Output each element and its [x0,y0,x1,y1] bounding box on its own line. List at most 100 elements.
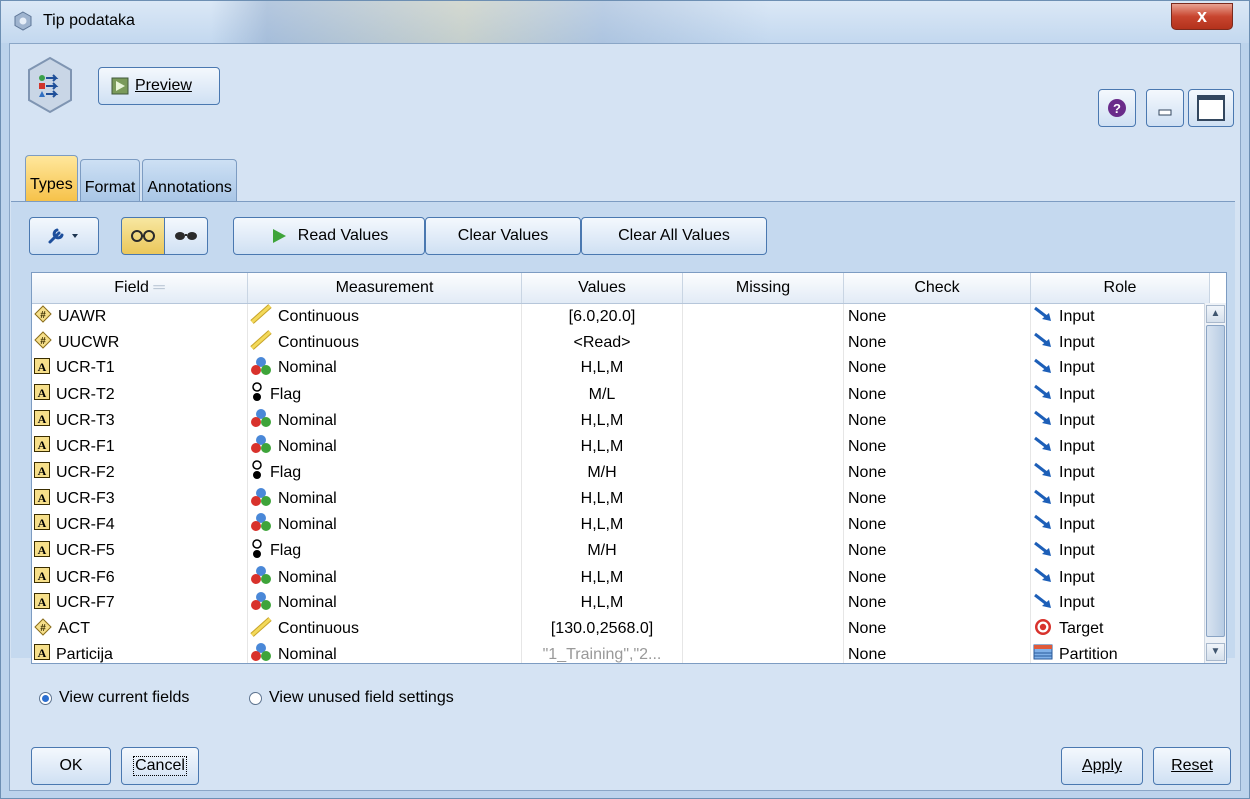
values-cell[interactable]: <Read> [521,329,683,356]
measurement-cell[interactable]: Nominal [247,590,522,617]
scrollbar-thumb[interactable] [1206,325,1225,637]
role-cell[interactable]: Input [1030,433,1210,460]
missing-cell[interactable] [682,433,844,460]
measurement-cell[interactable]: Flag [247,537,522,565]
measurement-cell[interactable]: Nominal [247,355,522,382]
read-values-button[interactable]: Read Values [233,217,425,255]
check-cell[interactable]: None [843,537,1031,565]
role-cell[interactable]: Input [1030,329,1210,356]
values-cell[interactable]: H,L,M [521,433,683,460]
field-cell[interactable]: A Particija [32,641,248,663]
role-cell[interactable]: Input [1030,564,1210,591]
check-cell[interactable]: None [843,408,1031,434]
check-cell[interactable]: None [843,329,1031,356]
table-row[interactable]: # ACT Continuous [130.0,2568.0] None Target [32,616,1210,642]
clear-all-values-button[interactable]: Clear All Values [581,217,767,255]
measurement-cell[interactable]: Continuous [247,329,522,356]
table-row[interactable]: A UCR-T1 Nominal H,L,M None Input [32,355,1210,382]
missing-cell[interactable] [682,329,844,356]
column-header-measurement[interactable]: Measurement [247,273,522,304]
check-cell[interactable]: None [843,590,1031,617]
check-cell[interactable]: None [843,303,1031,330]
help-button[interactable]: ? [1098,89,1136,127]
check-cell[interactable]: None [843,459,1031,487]
radio-view-current[interactable] [39,691,52,705]
column-header-missing[interactable]: Missing [682,273,844,304]
field-cell[interactable]: # UUCWR [32,329,248,356]
check-cell[interactable]: None [843,433,1031,460]
values-cell[interactable]: M/H [521,537,683,565]
tools-menu-button[interactable] [29,217,99,255]
cancel-button[interactable]: Cancel [121,747,199,785]
role-cell[interactable]: Partition [1030,641,1210,663]
vertical-scrollbar[interactable]: ▲ ▼ [1204,303,1226,663]
check-cell[interactable]: None [843,355,1031,382]
field-cell[interactable]: A UCR-F7 [32,590,248,617]
missing-cell[interactable] [682,303,844,330]
table-row[interactable]: A UCR-F5 Flag M/H None Input [32,537,1210,565]
measurement-cell[interactable]: Nominal [247,512,522,538]
tab-types[interactable]: Types [25,155,78,201]
view-mode-button-2[interactable] [164,217,208,255]
table-row[interactable]: A UCR-T3 Nominal H,L,M None Input [32,408,1210,434]
table-row[interactable]: A UCR-F7 Nominal H,L,M None Input [32,590,1210,617]
check-cell[interactable]: None [843,381,1031,409]
missing-cell[interactable] [682,537,844,565]
apply-button[interactable]: Apply [1061,747,1143,785]
view-current-fields-option[interactable]: View current fields [39,689,189,707]
missing-cell[interactable] [682,512,844,538]
ok-button[interactable]: OK [31,747,111,785]
measurement-cell[interactable]: Continuous [247,303,522,330]
values-cell[interactable]: H,L,M [521,355,683,382]
missing-cell[interactable] [682,355,844,382]
table-row[interactable]: # UAWR Continuous [6.0,20.0] None Input [32,303,1210,330]
measurement-cell[interactable]: Continuous [247,616,522,642]
maximize-button[interactable] [1188,89,1234,127]
field-cell[interactable]: # UAWR [32,303,248,330]
role-cell[interactable]: Input [1030,512,1210,538]
field-cell[interactable]: A UCR-F5 [32,537,248,565]
role-cell[interactable]: Input [1030,408,1210,434]
check-cell[interactable]: None [843,486,1031,513]
field-cell[interactable]: A UCR-F2 [32,459,248,487]
missing-cell[interactable] [682,381,844,409]
table-row[interactable]: # UUCWR Continuous <Read> None Input [32,329,1210,356]
values-cell[interactable]: "1_Training","2... [521,641,683,663]
role-cell[interactable]: Input [1030,459,1210,487]
field-cell[interactable]: A UCR-T2 [32,381,248,409]
role-cell[interactable]: Input [1030,537,1210,565]
role-cell[interactable]: Input [1030,303,1210,330]
table-row[interactable]: A UCR-F1 Nominal H,L,M None Input [32,433,1210,460]
measurement-cell[interactable]: Nominal [247,486,522,513]
values-cell[interactable]: H,L,M [521,590,683,617]
measurement-cell[interactable]: Nominal [247,408,522,434]
missing-cell[interactable] [682,486,844,513]
table-row[interactable]: A UCR-F4 Nominal H,L,M None Input [32,512,1210,538]
missing-cell[interactable] [682,641,844,663]
check-cell[interactable]: None [843,641,1031,663]
field-cell[interactable]: A UCR-F1 [32,433,248,460]
view-mode-button-1[interactable] [121,217,165,255]
values-cell[interactable]: H,L,M [521,408,683,434]
role-cell[interactable]: Input [1030,381,1210,409]
close-button[interactable]: x [1171,3,1233,30]
values-cell[interactable]: M/H [521,459,683,487]
tab-annotations[interactable]: Annotations [142,159,237,201]
field-cell[interactable]: A UCR-T3 [32,408,248,434]
field-cell[interactable]: # ACT [32,616,248,642]
role-cell[interactable]: Target [1030,616,1210,642]
values-cell[interactable]: H,L,M [521,564,683,591]
field-cell[interactable]: A UCR-F4 [32,512,248,538]
column-header-values[interactable]: Values [521,273,683,304]
scroll-down-arrow-icon[interactable]: ▼ [1206,643,1225,661]
table-row[interactable]: A UCR-F2 Flag M/H None Input [32,459,1210,487]
values-cell[interactable]: H,L,M [521,486,683,513]
measurement-cell[interactable]: Nominal [247,641,522,663]
table-row[interactable]: A UCR-F6 Nominal H,L,M None Input [32,564,1210,591]
column-header-field[interactable]: Field ═ [32,273,248,304]
table-row[interactable]: A UCR-T2 Flag M/L None Input [32,381,1210,409]
tab-format[interactable]: Format [79,159,141,201]
missing-cell[interactable] [682,408,844,434]
field-cell[interactable]: A UCR-F3 [32,486,248,513]
check-cell[interactable]: None [843,564,1031,591]
